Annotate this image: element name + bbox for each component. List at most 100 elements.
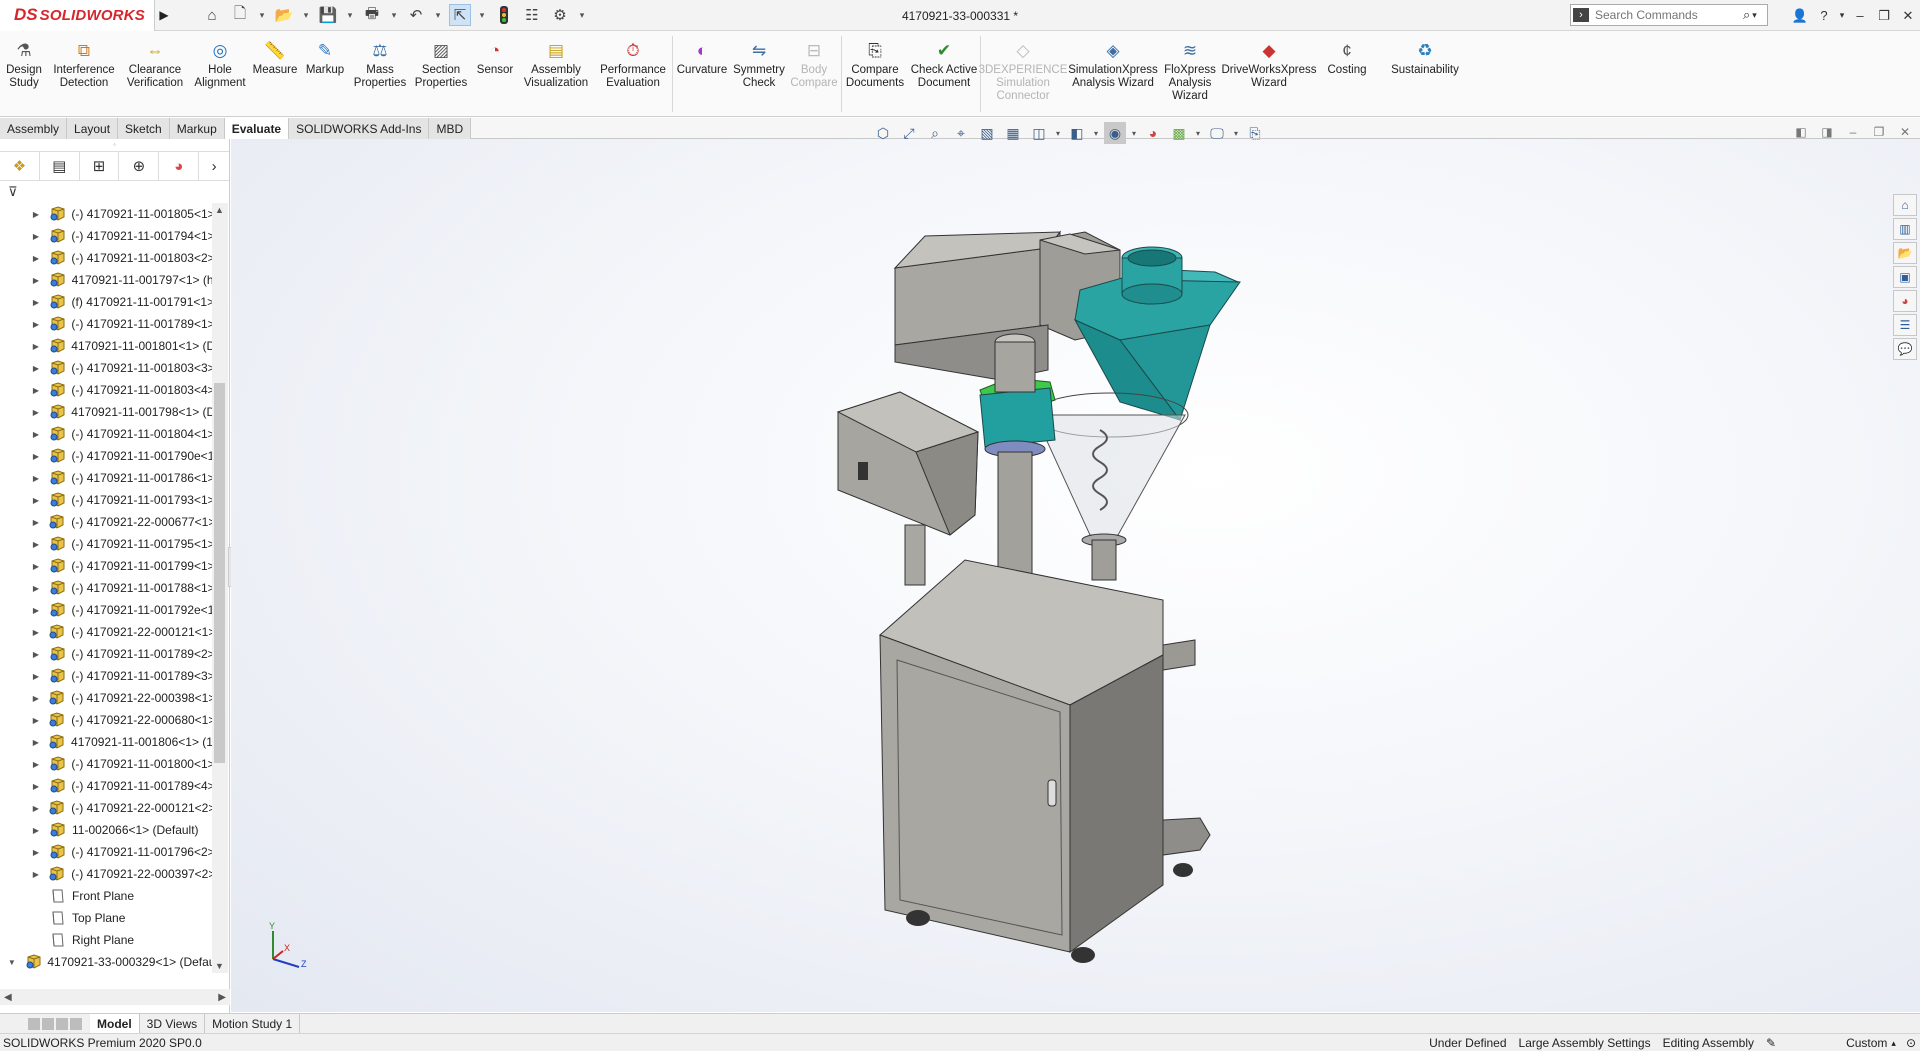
zoom-to-fit-icon[interactable]: ⤢ [898,122,920,144]
scroll-left-arrow[interactable]: ◀ [4,992,12,1003]
help-dropdown-arrow[interactable]: ▾ [1836,0,1848,31]
expand-arrow-icon[interactable]: ▶ [30,320,42,329]
tree-component-item[interactable]: ▶ (-) 4170921-11-001803<4> [0,379,212,401]
help-icon[interactable]: ? [1812,0,1836,31]
viewport-split-left-icon[interactable]: ◧ [1792,124,1810,140]
tree-component-item[interactable]: ▶ (-) 4170921-11-001800<1> [0,753,212,775]
tree-filter-icon[interactable]: ⊽ [0,181,229,203]
select-pointer-icon[interactable]: ⇱ [449,4,471,26]
symmetry-check-button[interactable]: ⇋ Symmetry Check [731,31,787,117]
expand-arrow-icon[interactable]: ▶ [30,364,42,373]
view-orientation-icon[interactable]: ⬡ [872,122,894,144]
search-commands-box[interactable]: › ⌕ ▾ [1570,4,1768,26]
file-explorer-icon[interactable]: 📂 [1893,242,1917,264]
tree-component-item[interactable]: ▶ (-) 4170921-22-000680<1> [0,709,212,731]
markup-button[interactable]: ✎ Markup [300,31,350,117]
hole-alignment-button[interactable]: ◎ Hole Alignment [190,31,250,117]
file-properties-icon[interactable]: ☷ [521,4,543,26]
expand-arrow-icon[interactable]: ▶ [30,474,42,483]
expand-arrow-icon[interactable]: ▶ [30,254,42,263]
section-view-icon[interactable]: ▧ [976,122,998,144]
scroll-thumb[interactable] [214,383,225,763]
tree-component-item[interactable]: ▶ (-) 4170921-22-000397<2> [0,863,212,885]
user-account-icon[interactable]: 👤 [1788,0,1812,31]
print-dropdown-arrow[interactable]: ▾ [389,4,399,26]
tree-component-item[interactable]: ▶ (-) 4170921-11-001789<4> [0,775,212,797]
bottom-tab-motion-study-1[interactable]: Motion Study 1 [205,1014,301,1033]
select-dropdown-arrow[interactable]: ▾ [477,4,487,26]
solidworks-logo[interactable]: DS SOLIDWORKS [0,0,155,31]
expand-arrow-icon[interactable]: ▶ [30,518,42,527]
tab-scroll-buttons[interactable] [0,1015,90,1033]
custom-properties-icon[interactable]: ☰ [1893,314,1917,336]
viewport-close-icon[interactable]: ✕ [1896,124,1914,140]
tree-component-item[interactable]: ▶ (-) 4170921-11-001789<1> [0,313,212,335]
panel-drag-handle[interactable]: ◦ [0,139,229,151]
expand-arrow-icon[interactable]: ▶ [30,826,42,835]
curvature-button[interactable]: ◐ Curvature [673,31,731,117]
view-orientation-dropdown[interactable]: ▾ [1054,122,1062,144]
floxpress-button[interactable]: ≋ FloXpress Analysis Wizard [1161,31,1219,117]
edit-appearance-icon[interactable]: ◕ [1142,122,1164,144]
displaymanager-icon[interactable]: ◕ [159,152,200,180]
tree-component-item[interactable]: ▶ 4170921-11-001806<1> (1! [0,731,212,753]
save-dropdown-arrow[interactable]: ▾ [345,4,355,26]
display-style-dropdown[interactable]: ▾ [1092,122,1100,144]
tree-horizontal-scrollbar[interactable]: ◀ ▶ [0,989,230,1005]
undo-dropdown-arrow[interactable]: ▾ [433,4,443,26]
tree-component-item[interactable]: ▶ (-) 4170921-11-001796<2> [0,841,212,863]
tree-component-item[interactable]: ▶ (-) 4170921-11-001793<1> [0,489,212,511]
zoom-to-area-icon[interactable]: ⌕ [924,122,946,144]
expand-arrow-icon[interactable]: ▶ [30,870,42,879]
minimize-icon[interactable]: – [1848,0,1872,31]
tab-mbd[interactable]: MBD [429,118,472,139]
expand-arrow-icon[interactable]: ▶ [30,716,42,725]
tree-component-item[interactable]: ▶ (-) 4170921-11-001804<1> [0,423,212,445]
body-compare-button[interactable]: ⊟ Body Compare [787,31,841,117]
tree-component-item[interactable]: ▶ 4170921-11-001797<1> (h [0,269,212,291]
tree-component-item[interactable]: ▶ (-) 4170921-11-001789<2> [0,643,212,665]
hide-show-dropdown[interactable]: ▾ [1130,122,1138,144]
unit-system-dropdown-arrow[interactable]: ▴ [1891,1038,1896,1049]
configurationmanager-icon[interactable]: ⊞ [80,152,120,180]
view-palette-icon[interactable]: ▣ [1893,266,1917,288]
expand-arrow-icon[interactable]: ▶ [30,650,42,659]
rebuild-status-icon[interactable]: ✎ [1766,1036,1776,1050]
tree-component-item[interactable]: ▶ (-) 4170921-11-001789<3> [0,665,212,687]
check-active-document-button[interactable]: ✔ Check Active Document [908,31,980,117]
apply-scene-dropdown[interactable]: ▾ [1194,122,1202,144]
status-large-assembly-settings[interactable]: Large Assembly Settings [1519,1036,1651,1050]
open-folder-icon[interactable]: 📂 [273,4,295,26]
tree-component-item[interactable]: ▶ 11-002066<1> (Default) [0,819,212,841]
save-icon[interactable]: 💾 [317,4,339,26]
expand-arrow-icon[interactable]: ▶ [30,694,42,703]
tree-component-item[interactable]: ▶ 4170921-11-001801<1> (D [0,335,212,357]
unit-system[interactable]: Custom [1846,1036,1887,1050]
tree-component-item[interactable]: ▶ (-) 4170921-22-000398<1> [0,687,212,709]
viewport-split-right-icon[interactable]: ◨ [1818,124,1836,140]
tree-component-item[interactable]: ▶ (-) 4170921-22-000677<1> [0,511,212,533]
expand-arrow-icon[interactable]: ▶ [30,584,42,593]
home-icon[interactable]: ⌂ [201,4,223,26]
hide-show-items-icon[interactable]: ◉ [1104,122,1126,144]
print-icon[interactable]: 🖶 [361,4,383,26]
expand-arrow-icon[interactable]: ▶ [30,628,42,637]
tree-component-item[interactable]: ▶ (f) 4170921-11-001791<1> [0,291,212,313]
tree-plane-item[interactable]: ▶Right Plane [0,929,212,951]
view-orientation-cube-icon[interactable]: ◫ [1028,122,1050,144]
appearances-scenes-icon[interactable]: ◕ [1893,290,1917,312]
sensor-button[interactable]: ◔ Sensor [472,31,518,117]
expand-arrow-icon[interactable]: ▶ [30,738,42,747]
tab-sketch[interactable]: Sketch [118,118,170,139]
expand-arrow-icon[interactable]: ▶ [30,232,42,241]
options-gear-icon[interactable]: ⚙ [549,4,571,26]
expand-arrow-icon[interactable]: ▼ [6,958,18,967]
design-library-icon[interactable]: ▥ [1893,218,1917,240]
bottom-tab-model[interactable]: Model [90,1014,140,1033]
tooltip-toggle-icon[interactable]: ⊙ [1906,1036,1916,1050]
expand-arrow-icon[interactable]: ▶ [30,386,42,395]
scroll-up-arrow[interactable]: ▲ [215,205,224,215]
measure-button[interactable]: 📏 Measure [250,31,300,117]
tree-vertical-scrollbar[interactable]: ▲ ▼ [212,203,228,973]
expand-arrow-icon[interactable]: ▶ [30,804,42,813]
